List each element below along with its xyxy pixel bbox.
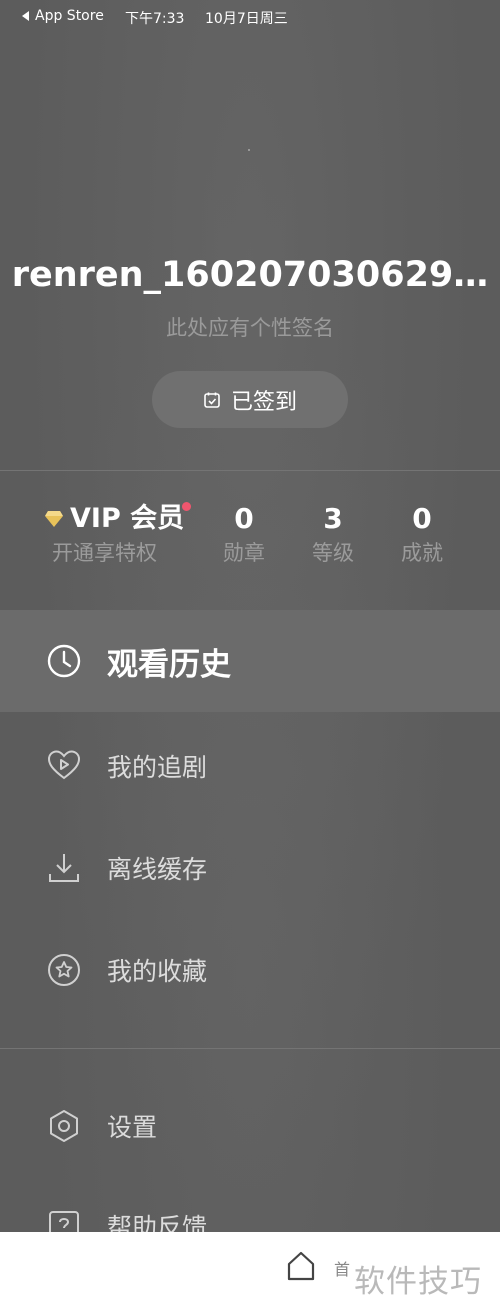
diamond-icon xyxy=(45,511,63,527)
home-icon[interactable] xyxy=(286,1250,316,1282)
stat-achievements[interactable]: 0 成就 xyxy=(397,500,447,568)
clock-icon xyxy=(47,644,81,678)
menu-item-offline-cache[interactable]: 离线缓存 xyxy=(0,817,500,919)
menu-label: 我的追剧 xyxy=(107,753,208,782)
checkin-label: 已签到 xyxy=(230,389,297,415)
watermark: 软件技巧 xyxy=(354,1264,482,1300)
hexagon-settings-icon xyxy=(50,1110,78,1142)
back-to-app[interactable]: App Store xyxy=(22,8,104,24)
menu-label: 设置 xyxy=(107,1113,158,1142)
menu-label: 离线缓存 xyxy=(107,855,208,884)
vip-subtitle: 开通享特权 xyxy=(52,541,157,565)
username[interactable]: renren_160207030629… xyxy=(0,255,500,295)
notification-dot xyxy=(182,502,191,511)
stat-value: 0 xyxy=(234,502,254,535)
menu-item-following[interactable]: 我的追剧 xyxy=(0,715,500,817)
download-icon xyxy=(49,854,79,882)
back-app-label: App Store xyxy=(35,8,104,24)
stat-label: 勋章 xyxy=(223,541,265,565)
status-time: 下午7:33 xyxy=(125,11,185,27)
vip-title: VIP 会员 xyxy=(70,503,185,534)
stat-label: 等级 xyxy=(312,541,354,565)
divider xyxy=(0,1048,500,1049)
tab-home-label[interactable]: 首 xyxy=(334,1256,350,1280)
stat-label: 成就 xyxy=(401,541,443,565)
calendar-check-icon xyxy=(204,392,220,408)
stat-value: 3 xyxy=(323,502,343,535)
heart-play-icon xyxy=(47,750,81,780)
signature[interactable]: 此处应有个性签名 xyxy=(0,312,500,342)
menu-item-settings[interactable]: 设置 xyxy=(0,1075,500,1177)
menu-label: 观看历史 xyxy=(107,646,231,683)
drawer-screen: App Store 下午7:33 10月7日周三 renren_16020703… xyxy=(0,0,500,1316)
divider xyxy=(0,470,500,471)
vip-entry[interactable]: VIP 会员 开通享特权 xyxy=(44,500,191,568)
status-date: 10月7日周三 xyxy=(205,11,288,27)
stat-medals[interactable]: 0 勋章 xyxy=(219,500,269,568)
status-bar: App Store 下午7:33 10月7日周三 xyxy=(0,0,500,34)
star-circle-icon xyxy=(48,954,80,986)
avatar-placeholder[interactable] xyxy=(248,149,250,151)
back-arrow-icon xyxy=(22,11,29,21)
checkin-button[interactable]: 已签到 xyxy=(152,371,348,428)
menu-item-history[interactable]: 观看历史 xyxy=(0,610,500,712)
stat-value: 0 xyxy=(412,502,432,535)
menu-item-favorites[interactable]: 我的收藏 xyxy=(0,919,500,1021)
stat-level[interactable]: 3 等级 xyxy=(308,500,358,568)
menu-label: 我的收藏 xyxy=(107,957,208,986)
